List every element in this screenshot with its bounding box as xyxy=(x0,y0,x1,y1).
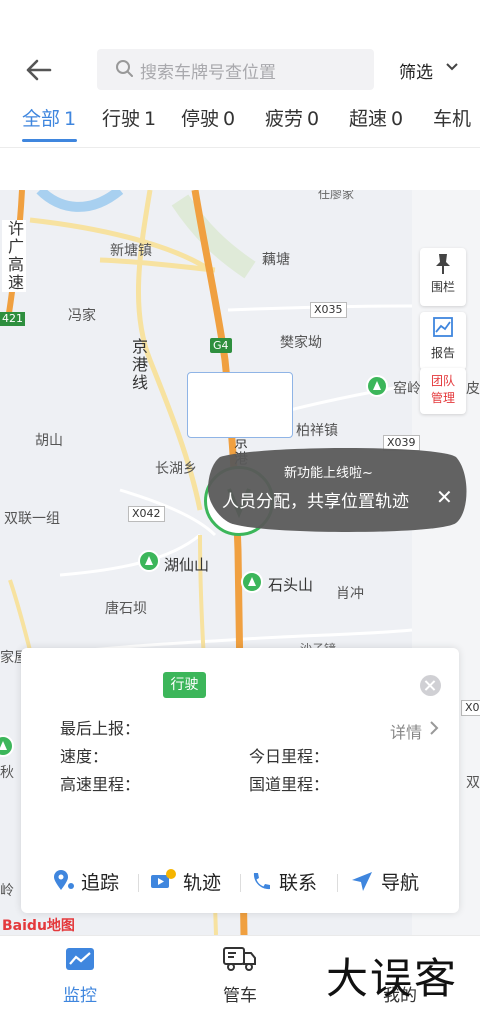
poi-marker-icon[interactable] xyxy=(366,375,388,397)
team-manage-button[interactable]: 团队 管理 xyxy=(420,368,466,414)
trajectory-icon xyxy=(151,869,176,888)
detail-link[interactable]: 详情 xyxy=(390,719,422,743)
action-separator xyxy=(138,874,139,892)
map-label: 肖冲 xyxy=(336,586,364,602)
monitor-chart-icon xyxy=(66,948,94,970)
national-mileage-label: 国道里程： xyxy=(249,775,330,794)
map-label: 新塘镇 xyxy=(110,243,152,259)
map-label: 双联一组 xyxy=(4,511,60,527)
nav-label: 监控 xyxy=(63,986,97,1006)
map-label: 唐石坝 xyxy=(105,601,147,617)
active-tab-indicator xyxy=(22,139,77,142)
navigate-icon xyxy=(352,872,372,891)
filter-button[interactable]: 筛选 xyxy=(399,58,433,83)
action-separator xyxy=(240,874,241,892)
tool-label: 报告 xyxy=(430,346,455,360)
report-tool-button[interactable]: 报告 xyxy=(420,312,466,370)
map-label: 岭 xyxy=(0,883,14,899)
tip-text: 人员分配，共享位置轨迹 xyxy=(222,492,409,512)
poi-marker-icon[interactable] xyxy=(138,550,160,572)
track-button[interactable]: 追踪 xyxy=(51,868,119,895)
tab-fatigue[interactable]: 疲劳 0 xyxy=(265,104,319,131)
status-tabs: 全部 1 行驶 1 停驶 0 疲劳 0 超速 0 车机 xyxy=(0,100,480,144)
today-mileage-label: 今日里程： xyxy=(249,747,330,766)
map-label: 藕塘 xyxy=(262,252,290,268)
divider xyxy=(0,147,480,148)
card-actions: 追踪 轨迹 联系 导航 xyxy=(21,862,459,902)
highway-mileage-label: 高速里程： xyxy=(60,775,141,794)
search-icon xyxy=(116,60,133,77)
phone-icon xyxy=(253,873,270,890)
road-label-xuguang: 许广高速 xyxy=(2,220,26,292)
chevron-down-icon[interactable] xyxy=(445,60,459,74)
tab-speeding[interactable]: 超速 0 xyxy=(349,104,403,131)
highway-shield-g4: G4 xyxy=(210,338,232,353)
tool-label: 围栏 xyxy=(430,280,455,294)
back-arrow-icon xyxy=(26,59,52,81)
nav-label: 管车 xyxy=(223,986,257,1006)
chevron-right-icon[interactable] xyxy=(428,720,440,736)
map-label: 皮 xyxy=(466,381,480,397)
tip-title: 新功能上线啦~ xyxy=(284,466,373,481)
fence-tool-button[interactable]: 围栏 xyxy=(420,248,466,306)
tab-driving[interactable]: 行驶 1 xyxy=(102,104,156,131)
track-icon xyxy=(54,870,74,890)
highway-shield: 421 xyxy=(0,312,25,326)
search-input[interactable]: 搜索车牌号查位置 xyxy=(97,49,374,90)
poi-marker-icon[interactable] xyxy=(241,571,263,593)
poi-label: 湖仙山 xyxy=(164,556,210,574)
tab-device[interactable]: 车机 xyxy=(433,104,471,131)
map-label: 窑岭 xyxy=(393,381,421,397)
status-badge: 行驶 xyxy=(163,672,206,698)
chart-icon xyxy=(433,317,453,337)
tool-label: 团队 管理 xyxy=(430,374,455,405)
close-icon[interactable] xyxy=(420,675,441,696)
map-label: 长湖乡 xyxy=(155,461,197,477)
poi-label: 石头山 xyxy=(268,576,314,594)
tab-stopped[interactable]: 停驶 0 xyxy=(181,104,235,131)
action-separator xyxy=(337,874,338,892)
nav-vehicles[interactable]: 管车 xyxy=(180,936,300,1009)
map-label: 冯家 xyxy=(68,308,96,324)
map-label: 樊家坳 xyxy=(280,335,322,351)
road-tag: X042 xyxy=(128,506,165,522)
navigate-button[interactable]: 导航 xyxy=(349,868,419,895)
back-button[interactable] xyxy=(22,55,54,85)
map-label: 柏祥镇 xyxy=(296,423,338,439)
top-bar: 搜索车牌号查位置 筛选 全部 1 行驶 1 停驶 0 疲劳 0 超速 0 车机 xyxy=(0,0,480,150)
road-tag: X01 xyxy=(461,700,480,716)
map-label: 双山 xyxy=(466,775,480,791)
map-label: 胡山 xyxy=(35,433,63,449)
road-label-jinggang: 京港线 xyxy=(129,338,148,392)
truck-icon xyxy=(223,947,256,971)
watermark: 大误客 xyxy=(326,954,459,1003)
close-icon[interactable]: ✕ xyxy=(436,487,453,507)
map-label: 秋 xyxy=(0,765,14,781)
vehicle-plate-box[interactable] xyxy=(187,372,293,438)
nav-monitor[interactable]: 监控 xyxy=(20,936,140,1009)
baidu-map-logo: Baidu地图 xyxy=(2,918,75,934)
speed-label: 速度： xyxy=(60,747,109,766)
map-label: 任廖家 xyxy=(318,190,355,201)
contact-button[interactable]: 联系 xyxy=(249,868,317,895)
road-tag: X035 xyxy=(310,302,347,318)
tab-all[interactable]: 全部 1 xyxy=(22,104,76,131)
search-placeholder: 搜索车牌号查位置 xyxy=(140,63,276,83)
pin-icon xyxy=(436,254,450,274)
trajectory-button[interactable]: 轨迹 xyxy=(149,868,221,895)
last-report-label: 最后上报： xyxy=(60,719,141,738)
